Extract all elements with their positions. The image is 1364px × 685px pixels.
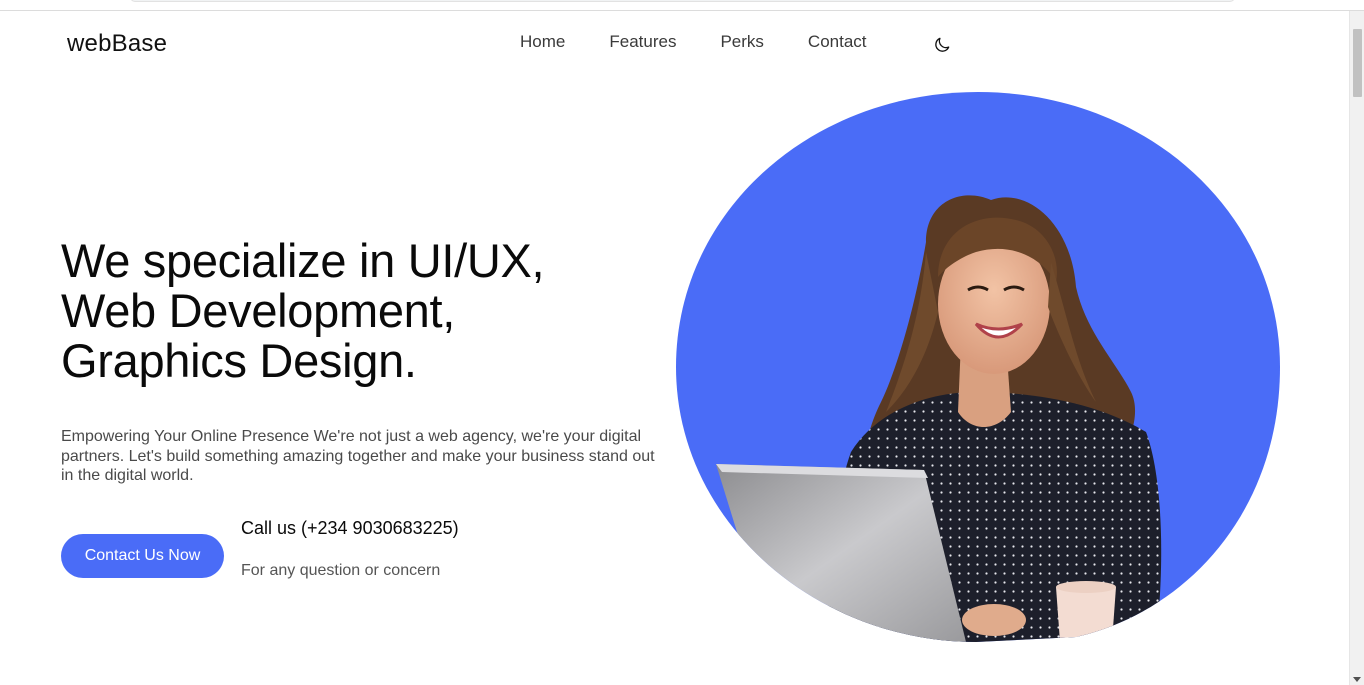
hero-description: Empowering Your Online Presence We're no… [61,428,655,484]
hero-title-line: Web Development, [61,284,456,337]
hero-title-line: Graphics Design. [61,334,417,387]
hero-title: We specialize in UI/UX, Web Development,… [61,236,661,386]
call-us-subtitle: For any question or concern [241,562,441,579]
nav-link-home[interactable]: Home [520,32,565,52]
nav-link-perks[interactable]: Perks [720,32,763,52]
contact-us-button[interactable]: Contact Us Now [61,534,224,578]
nav-links: Home Features Perks Contact [520,32,911,52]
scroll-down-arrow-icon[interactable] [1353,677,1361,682]
call-us-phone: Call us (+234 9030683225) [241,518,459,538]
browser-top-bar [0,0,1364,11]
address-bar[interactable] [130,0,1235,2]
scrollbar-thumb[interactable] [1353,29,1362,97]
hero-image [676,92,1280,642]
brand-logo[interactable]: webBase [67,30,167,58]
theme-toggle-button[interactable] [932,35,952,55]
navbar: webBase Home Features Perks Contact [0,11,1349,77]
page-scrollbar[interactable] [1349,11,1364,685]
nav-link-features[interactable]: Features [609,32,676,52]
hero-title-line: We specialize in UI/UX, [61,234,545,287]
moon-icon [935,37,950,52]
nav-link-contact[interactable]: Contact [808,32,867,52]
